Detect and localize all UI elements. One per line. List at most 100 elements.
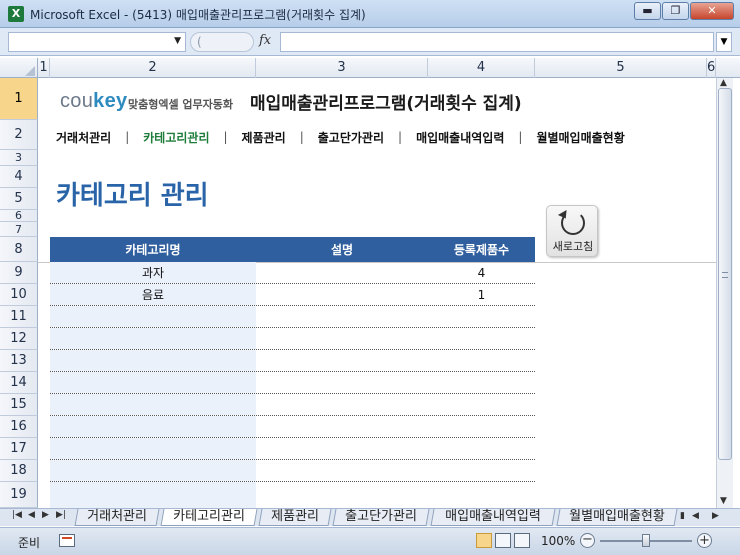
nav-item-transactions-entry[interactable]: 매입매출내역입력: [416, 129, 504, 146]
cell-category-name[interactable]: [50, 328, 256, 349]
cell-description[interactable]: [256, 284, 428, 305]
cell-product-count[interactable]: [428, 416, 535, 437]
cell-product-count[interactable]: [428, 328, 535, 349]
cell-product-count[interactable]: [428, 350, 535, 371]
cell-product-count[interactable]: [428, 306, 535, 327]
row-header[interactable]: 11: [0, 306, 38, 328]
cell-description[interactable]: [256, 350, 428, 371]
row-header[interactable]: 13: [0, 350, 38, 372]
column-header[interactable]: 5: [535, 58, 707, 78]
cell-category-name[interactable]: [50, 394, 256, 415]
cell-description[interactable]: [256, 372, 428, 393]
cell-product-count[interactable]: [428, 482, 535, 508]
cell-category-name[interactable]: [50, 460, 256, 481]
nav-item-monthly-status[interactable]: 월별매입매출현황: [536, 129, 624, 146]
row-header[interactable]: 12: [0, 328, 38, 350]
row-header[interactable]: 19: [0, 482, 38, 508]
first-sheet-icon[interactable]: |◀: [12, 510, 22, 520]
zoom-slider-knob[interactable]: [642, 534, 650, 547]
row-header[interactable]: 8: [0, 237, 38, 262]
nav-item-unit-prices[interactable]: 출고단가관리: [318, 129, 384, 146]
cell-product-count[interactable]: [428, 460, 535, 481]
cell-description[interactable]: [256, 416, 428, 437]
cell-category-name[interactable]: 과자: [50, 262, 256, 283]
row-header[interactable]: 14: [0, 372, 38, 394]
nav-item-categories[interactable]: 카테고리관리: [143, 129, 209, 146]
cell-description[interactable]: [256, 482, 428, 508]
cell-product-count[interactable]: 4: [428, 262, 535, 283]
row-header[interactable]: 9: [0, 262, 38, 284]
scroll-left-icon[interactable]: ◀: [692, 511, 699, 521]
last-sheet-icon[interactable]: ▶|: [56, 510, 66, 520]
maximize-button[interactable]: ❐: [662, 2, 689, 20]
page-layout-view-icon[interactable]: [495, 533, 511, 548]
cell-product-count[interactable]: 1: [428, 284, 535, 305]
row-header[interactable]: 3: [0, 150, 38, 166]
formula-cancel-area[interactable]: (: [190, 32, 254, 52]
scroll-down-icon[interactable]: ▼: [720, 496, 727, 506]
cell-product-count[interactable]: [428, 372, 535, 393]
cell-description[interactable]: [256, 460, 428, 481]
row-header[interactable]: 6: [0, 209, 38, 222]
vertical-scroll-thumb[interactable]: [718, 88, 732, 460]
row-header[interactable]: 1: [0, 78, 38, 120]
page-break-view-icon[interactable]: [514, 533, 530, 548]
row-header[interactable]: 17: [0, 438, 38, 460]
scroll-up-icon[interactable]: ▲: [720, 78, 727, 88]
normal-view-icon[interactable]: [476, 533, 492, 548]
expand-formula-icon[interactable]: ▼: [716, 32, 732, 52]
refresh-button[interactable]: 새로고침: [546, 205, 598, 257]
formula-input[interactable]: [280, 32, 714, 52]
zoom-out-icon[interactable]: −: [580, 533, 595, 548]
cell-category-name[interactable]: [50, 416, 256, 437]
column-header[interactable]: 3: [256, 58, 428, 78]
row-header[interactable]: 16: [0, 416, 38, 438]
row-header[interactable]: 4: [0, 166, 38, 188]
chevron-down-icon[interactable]: ▼: [174, 36, 181, 46]
row-header[interactable]: 10: [0, 284, 38, 306]
cell-description[interactable]: [256, 394, 428, 415]
sheet-tab-transactions-entry[interactable]: 매입매출내역입력: [430, 509, 556, 526]
excel-app-icon[interactable]: X: [8, 6, 24, 22]
column-header[interactable]: 6: [707, 58, 716, 78]
sheet-tab-clients[interactable]: 거래처관리: [74, 509, 160, 526]
column-header[interactable]: 4: [428, 58, 535, 78]
row-header[interactable]: 2: [0, 120, 38, 150]
nav-item-clients[interactable]: 거래처관리: [56, 129, 111, 146]
zoom-level[interactable]: 100%: [541, 534, 575, 548]
sheet-tab-monthly-status[interactable]: 월별매입매출현황: [556, 509, 678, 526]
scroll-right-icon[interactable]: ▶: [712, 511, 719, 521]
next-sheet-icon[interactable]: ▶: [42, 510, 49, 520]
vertical-scrollbar[interactable]: ▲ ▼: [716, 78, 733, 508]
cell-description[interactable]: [256, 328, 428, 349]
cell-product-count[interactable]: [428, 438, 535, 459]
prev-sheet-icon[interactable]: ◀: [28, 510, 35, 520]
row-header[interactable]: 18: [0, 460, 38, 482]
minimize-button[interactable]: ▬: [634, 2, 661, 20]
cell-product-count[interactable]: [428, 394, 535, 415]
cell-category-name[interactable]: [50, 372, 256, 393]
sheet-tab-unit-prices[interactable]: 출고단가관리: [332, 509, 430, 526]
select-all-corner[interactable]: [0, 58, 38, 78]
row-header[interactable]: 15: [0, 394, 38, 416]
cell-category-name[interactable]: 음료: [50, 284, 256, 305]
cell-category-name[interactable]: [50, 306, 256, 327]
cell-description[interactable]: [256, 438, 428, 459]
sheet-tab-categories[interactable]: 카테고리관리: [160, 509, 258, 526]
column-header[interactable]: 1: [38, 58, 50, 78]
column-header[interactable]: 2: [50, 58, 256, 78]
worksheet[interactable]: coukey 맞춤형엑셀 업무자동화 매입매출관리프로그램(거래횟수 집계) 거…: [38, 78, 716, 508]
row-header[interactable]: 7: [0, 222, 38, 237]
macro-record-icon[interactable]: [59, 534, 75, 547]
insert-function-icon[interactable]: fx: [259, 33, 271, 48]
zoom-in-icon[interactable]: +: [697, 533, 712, 548]
cell-description[interactable]: [256, 306, 428, 327]
cell-category-name[interactable]: [50, 438, 256, 459]
nav-item-products[interactable]: 제품관리: [242, 129, 286, 146]
sheet-tab-products[interactable]: 제품관리: [258, 509, 332, 526]
cell-category-name[interactable]: [50, 350, 256, 371]
cell-category-name[interactable]: [50, 482, 256, 508]
row-header[interactable]: 5: [0, 188, 38, 210]
cell-description[interactable]: [256, 262, 428, 283]
name-box[interactable]: ▼: [8, 32, 186, 52]
